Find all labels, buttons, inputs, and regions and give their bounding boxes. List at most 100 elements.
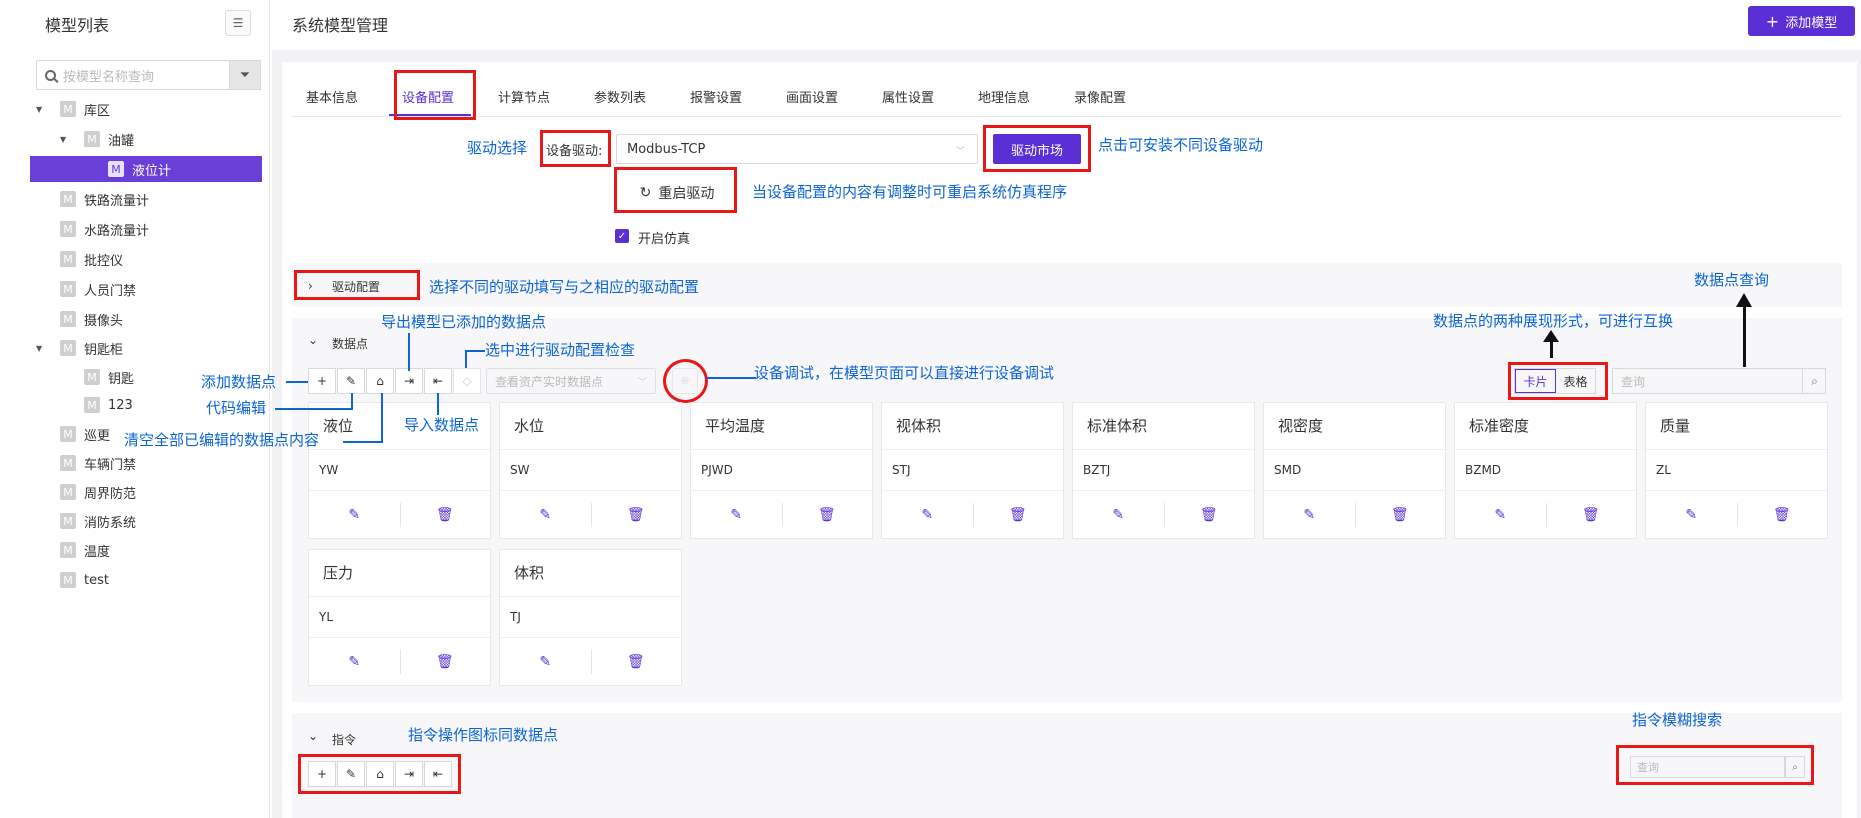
tree-item[interactable]: Mtest (36, 567, 109, 593)
trash-icon[interactable]: 🗑 (1355, 507, 1446, 523)
trash-icon[interactable]: 🗑 (1737, 507, 1828, 523)
edit-icon[interactable]: ✎ (309, 654, 400, 670)
edit-icon[interactable]: ✎ (882, 507, 973, 523)
driver-market-button[interactable]: 驱动市场 (993, 134, 1081, 164)
tab-recording-config[interactable]: 录像配置 (1074, 87, 1126, 106)
datapoint-card[interactable]: 体积 TJ ✎ 🗑 (499, 549, 682, 686)
tree-item[interactable]: M 铁路流量计 (36, 186, 149, 212)
tree-item-label: 液位计 (132, 163, 172, 179)
annotation-line (381, 393, 383, 443)
trash-icon[interactable]: 🗑 (591, 507, 682, 523)
edit-icon[interactable]: ✎ (500, 507, 591, 523)
tab-basic-info[interactable]: 基本信息 (306, 87, 358, 106)
asset-datapoint-select[interactable]: 查看资产实时数据点 ﹀ (486, 368, 656, 394)
tree-item[interactable]: M 巡更 (36, 421, 110, 447)
plus-icon: + (1765, 11, 1780, 31)
edit-icon[interactable]: ✎ (1264, 507, 1355, 523)
annotation-line (343, 441, 381, 443)
add-model-button[interactable]: + 添加模型 (1748, 6, 1855, 36)
instruction-search-input[interactable]: 查询 (1630, 756, 1785, 778)
datapoint-card[interactable]: 标准体积 BZTJ ✎ 🗑 (1072, 402, 1255, 539)
tab-property-settings[interactable]: 属性设置 (882, 87, 934, 106)
edit-icon[interactable]: ✎ (1455, 507, 1546, 523)
datapoint-search-input[interactable]: 查询 (1612, 368, 1826, 394)
tree-item[interactable]: M 液位计 (30, 156, 262, 182)
add-datapoint-button[interactable]: + (308, 368, 336, 394)
trash-icon[interactable]: 🗑 (782, 507, 873, 523)
export-button[interactable]: ⇥ (395, 368, 423, 394)
annotation-debug: 设备调试，在模型页面可以直接进行设备调试 (754, 364, 1055, 382)
model-badge-icon: M (84, 131, 100, 147)
export-button[interactable]: ⇥ (395, 761, 423, 787)
trash-icon[interactable]: 🗑 (1546, 507, 1637, 523)
import-button[interactable]: ⇤ (424, 368, 452, 394)
tab-alarm-settings[interactable]: 报警设置 (690, 87, 742, 106)
trash-icon[interactable]: 🗑 (400, 654, 491, 670)
list-toggle-button[interactable]: ☰ (225, 10, 251, 36)
edit-icon[interactable]: ✎ (500, 654, 591, 670)
simulation-checkbox[interactable]: ✓ (615, 229, 629, 243)
filter-button[interactable]: ⏷ (229, 60, 261, 90)
clear-button[interactable]: ⌂ (366, 368, 394, 394)
card-view-button[interactable]: 卡片 (1515, 369, 1556, 393)
edit-icon[interactable]: ✎ (1073, 507, 1164, 523)
datapoint-card[interactable]: 质量 ZL ✎ 🗑 (1645, 402, 1828, 539)
search-icon[interactable]: ⌕ (1785, 756, 1805, 778)
tree-item[interactable]: M 车辆门禁 (36, 450, 136, 476)
datapoint-card[interactable]: 视体积 STJ ✎ 🗑 (881, 402, 1064, 539)
instructions-header[interactable]: 指令 (332, 731, 356, 748)
tree-item[interactable]: ▼ M 库区 (36, 96, 110, 122)
model-badge-icon: M (60, 191, 76, 207)
table-view-button[interactable]: 表格 (1556, 369, 1595, 393)
datapoints-header[interactable]: 数据点 (332, 335, 368, 352)
add-instruction-button[interactable]: + (308, 761, 336, 787)
tree-item[interactable]: M 批控仪 (36, 246, 123, 272)
import-button[interactable]: ⇤ (424, 761, 452, 787)
tree-item[interactable]: ▼ M 油罐 (60, 126, 134, 152)
caret-down-icon[interactable]: ▼ (36, 344, 46, 353)
annotation-import: 导入数据点 (404, 416, 480, 434)
tree-item[interactable]: M 人员门禁 (36, 276, 136, 302)
tree-item[interactable]: ▼ M 钥匙柜 (36, 335, 123, 361)
tab-geo-info[interactable]: 地理信息 (978, 87, 1030, 106)
tree-item[interactable]: M 水路流量计 (36, 216, 149, 242)
search-icon[interactable]: ⌕ (1802, 368, 1826, 394)
export-icon: ⇥ (403, 767, 415, 781)
tab-screen-settings[interactable]: 画面设置 (786, 87, 838, 106)
tree-item-label: 车辆门禁 (84, 457, 137, 473)
code-edit-button[interactable]: ✎ (337, 368, 365, 394)
annotation-export: 导出模型已添加的数据点 (381, 313, 547, 331)
datapoint-card[interactable]: 标准密度 BZMD ✎ 🗑 (1454, 402, 1637, 539)
edit-icon[interactable]: ✎ (1646, 507, 1737, 523)
driver-select[interactable]: Modbus-TCP ﹀ (616, 134, 978, 164)
tree-item[interactable]: M 消防系统 (36, 508, 136, 534)
datapoint-card[interactable]: 水位 SW ✎ 🗑 (499, 402, 682, 539)
datapoint-card[interactable]: 视密度 SMD ✎ 🗑 (1263, 402, 1446, 539)
trash-icon[interactable]: 🗑 (400, 507, 491, 523)
tree-item[interactable]: M 温度 (36, 537, 110, 563)
restart-driver-button[interactable]: ↻ 重启驱动 (623, 178, 731, 208)
caret-down-icon[interactable]: ▼ (60, 135, 70, 144)
clear-button[interactable]: ⌂ (366, 761, 394, 787)
tab-compute-nodes[interactable]: 计算节点 (498, 87, 550, 106)
model-search-input[interactable]: 按模型名称查询 (36, 60, 229, 90)
tab-param-list[interactable]: 参数列表 (594, 87, 646, 106)
tree-item[interactable]: M 钥匙 (60, 364, 134, 390)
edit-icon[interactable]: ✎ (309, 507, 400, 523)
annotation-instr-search: 指令模糊搜索 (1632, 711, 1723, 729)
trash-icon[interactable]: 🗑 (591, 654, 682, 670)
code-edit-button[interactable]: ✎ (337, 761, 365, 787)
trash-icon[interactable]: 🗑 (973, 507, 1064, 523)
edit-icon[interactable]: ✎ (691, 507, 782, 523)
tree-item[interactable]: M 周界防范 (36, 479, 136, 505)
tree-item[interactable]: M 摄像头 (36, 306, 123, 332)
check-config-button[interactable]: ◇ (453, 368, 481, 394)
annotation-line (437, 393, 439, 415)
datapoint-name: 标准体积 (1087, 417, 1148, 435)
datapoint-card[interactable]: 平均温度 PJWD ✎ 🗑 (690, 402, 873, 539)
divider (400, 503, 401, 527)
datapoint-card[interactable]: 压力 YL ✎ 🗑 (308, 549, 491, 686)
caret-down-icon[interactable]: ▼ (36, 105, 46, 114)
trash-icon[interactable]: 🗑 (1164, 507, 1255, 523)
tree-item[interactable]: M 123 (60, 392, 133, 418)
